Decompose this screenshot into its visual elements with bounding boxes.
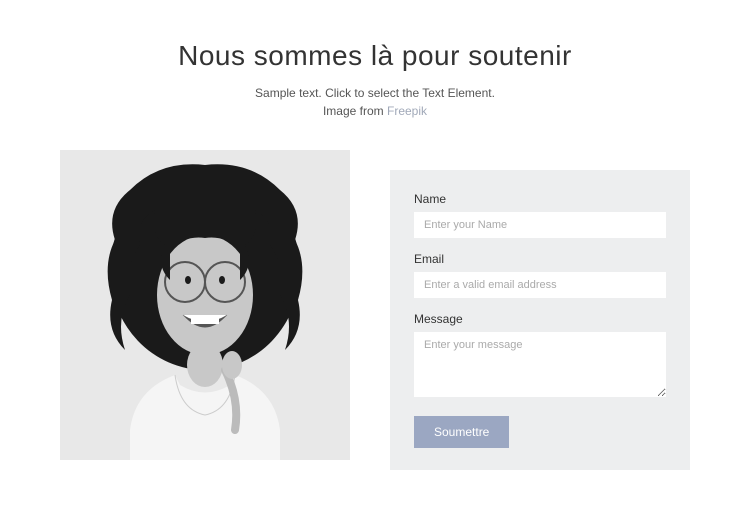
subtitle-text-2: Image from <box>323 104 387 118</box>
email-field-group: Email <box>414 252 666 298</box>
email-input[interactable] <box>414 272 666 298</box>
page-title: Nous sommes là pour soutenir <box>60 40 690 72</box>
content-row: Name Email Message Soumettre <box>60 150 690 470</box>
message-input[interactable] <box>414 332 666 397</box>
subtitle: Sample text. Click to select the Text El… <box>60 84 690 120</box>
name-field-group: Name <box>414 192 666 238</box>
subtitle-text-1: Sample text. Click to select the Text El… <box>255 86 495 100</box>
name-input[interactable] <box>414 212 666 238</box>
contact-form: Name Email Message Soumettre <box>390 170 690 470</box>
image-credit-link[interactable]: Freepik <box>387 104 427 118</box>
submit-button[interactable]: Soumettre <box>414 416 509 448</box>
header: Nous sommes là pour soutenir Sample text… <box>60 40 690 120</box>
email-label: Email <box>414 252 666 266</box>
message-field-group: Message <box>414 312 666 402</box>
portrait-image <box>60 150 350 460</box>
message-label: Message <box>414 312 666 326</box>
name-label: Name <box>414 192 666 206</box>
